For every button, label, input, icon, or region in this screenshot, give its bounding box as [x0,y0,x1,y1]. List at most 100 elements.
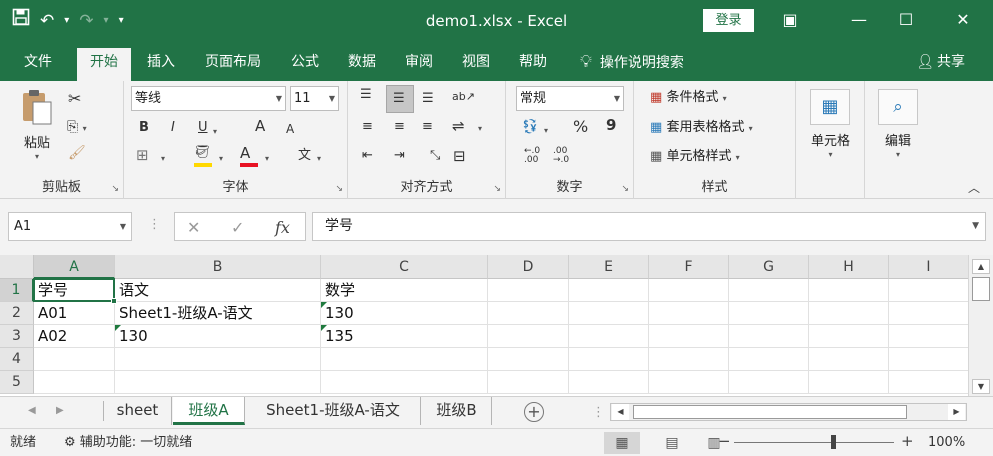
font-color-dropdown-icon[interactable]: ▾ [265,151,269,167]
cell-f2[interactable] [649,302,729,325]
cell-b4[interactable] [115,348,321,371]
cell-d2[interactable] [488,302,569,325]
dialog-launcher-icon[interactable]: ↘ [111,184,119,194]
fill-color-dropdown-icon[interactable]: ▾ [219,151,223,167]
cell-h4[interactable] [809,348,889,371]
redo-dropdown-icon[interactable]: ▾ [104,9,109,33]
tab-page-layout[interactable]: 页面布局 [195,48,271,81]
row-header-2[interactable]: 2 [0,302,34,325]
text-direction-icon[interactable]: ⤡ [430,148,440,164]
formula-bar-splitter-icon[interactable]: ⋮ [148,217,161,233]
formula-input[interactable]: 学号 ▼ [312,212,986,241]
close-icon[interactable]: ✕ [940,6,986,34]
horizontal-scroll-thumb[interactable] [633,405,907,419]
minimize-icon[interactable]: — [836,6,882,34]
tab-file[interactable]: 文件 [14,48,62,81]
cell-e1[interactable] [569,279,649,302]
decrease-indent-icon[interactable]: ⇤ [362,148,373,164]
cell-f4[interactable] [649,348,729,371]
tab-formulas[interactable]: 公式 [280,48,330,81]
bold-icon[interactable]: B [139,120,149,136]
cell-e2[interactable] [569,302,649,325]
column-header-a[interactable]: A [34,255,115,279]
underline-dropdown-icon[interactable]: ▾ [213,124,217,140]
cell-g3[interactable] [729,325,809,348]
column-header-d[interactable]: D [488,255,569,279]
editing-dropdown-icon[interactable]: ▾ [865,150,931,159]
paste-label[interactable]: 粘贴 [14,132,60,151]
page-layout-view-icon[interactable]: ▤ [654,432,690,454]
cell-g5[interactable] [729,371,809,394]
increase-font-size-icon[interactable]: A [255,118,265,134]
accessibility-status[interactable]: ⚙︎ 辅助功能: 一切就绪 [64,434,192,452]
cell-f3[interactable] [649,325,729,348]
select-all-corner[interactable] [0,255,34,279]
font-color-icon[interactable]: A [240,145,260,167]
undo-dropdown-icon[interactable]: ▾ [64,9,69,33]
column-header-h[interactable]: H [809,255,889,279]
align-top-icon[interactable]: ☰ [360,87,372,103]
sheet-tab-sheet1-class-a-chinese[interactable]: Sheet1-班级A-语文 [246,397,421,425]
vertical-scroll-thumb[interactable] [972,277,990,301]
cell-styles-button[interactable]: ▦ 单元格样式 ▾ [650,147,740,168]
cell-c4[interactable] [321,348,488,371]
next-sheet-icon[interactable]: ▶ [56,405,64,416]
share-button[interactable]: 👤︎ 共享 [916,49,965,75]
cell-i3[interactable] [889,325,968,348]
cell-b3[interactable]: 130 [115,325,321,348]
cell-g2[interactable] [729,302,809,325]
column-header-e[interactable]: E [569,255,649,279]
copy-icon[interactable]: ⎘ ▾ [67,119,87,137]
fill-handle[interactable] [111,298,117,304]
tab-help[interactable]: 帮助 [508,48,558,81]
italic-icon[interactable]: I [171,120,175,136]
phonetic-guide-icon[interactable]: 文 [298,148,311,164]
scroll-down-icon[interactable]: ▼ [972,379,990,394]
paste-dropdown-icon[interactable]: ▾ [31,152,43,161]
cell-f5[interactable] [649,371,729,394]
cell-d3[interactable] [488,325,569,348]
cell-a5[interactable] [34,371,115,394]
prev-sheet-icon[interactable]: ◀ [28,405,36,416]
cell-g4[interactable] [729,348,809,371]
scroll-left-icon[interactable]: ◀ [612,404,629,420]
cell-i2[interactable] [889,302,968,325]
underline-icon[interactable]: U [198,120,208,136]
cell-g1[interactable] [729,279,809,302]
column-header-i[interactable]: I [889,255,968,279]
dialog-launcher-icon[interactable]: ↘ [493,184,501,194]
cancel-icon[interactable]: ✕ [187,218,200,237]
tab-splitter-icon[interactable]: ⋮ [592,405,605,421]
tab-review[interactable]: 审阅 [394,48,444,81]
zoom-slider-track[interactable] [734,442,894,443]
cells-icon[interactable]: ▦ [810,89,850,125]
decrease-decimal-icon[interactable]: .00 →.0 [553,147,569,165]
dialog-launcher-icon[interactable]: ↘ [621,184,629,194]
normal-view-icon[interactable]: ▦ [604,432,640,454]
cell-c5[interactable] [321,371,488,394]
increase-decimal-icon[interactable]: ←.0 .00 [524,147,540,165]
align-bottom-icon[interactable]: ☰ [422,91,434,107]
row-header-5[interactable]: 5 [0,371,34,394]
tab-view[interactable]: 视图 [451,48,501,81]
cell-c2[interactable]: 130 [321,302,488,325]
merge-dropdown-icon[interactable]: ▾ [478,121,482,137]
tab-home[interactable]: 开始 [77,48,131,81]
cell-e5[interactable] [569,371,649,394]
row-header-4[interactable]: 4 [0,348,34,371]
paste-icon[interactable] [20,89,54,125]
column-header-b[interactable]: B [115,255,321,279]
align-center-icon[interactable]: ≡ [394,119,405,135]
tab-insert[interactable]: 插入 [136,48,186,81]
font-size-combo[interactable]: 11 ▼ [290,86,339,111]
editing-label[interactable]: 编辑 [865,130,931,149]
cell-e3[interactable] [569,325,649,348]
cut-icon[interactable]: ✂ [68,91,81,107]
wrap-text-icon[interactable]: ⇌ [452,118,465,134]
cell-i4[interactable] [889,348,968,371]
ribbon-display-options-icon[interactable]: ▣ [767,6,813,34]
cell-h5[interactable] [809,371,889,394]
format-painter-icon[interactable]: 🖌︎ [68,145,86,161]
fill-color-icon[interactable]: 🪣︎ [194,145,214,167]
zoom-slider-thumb[interactable] [831,435,836,449]
